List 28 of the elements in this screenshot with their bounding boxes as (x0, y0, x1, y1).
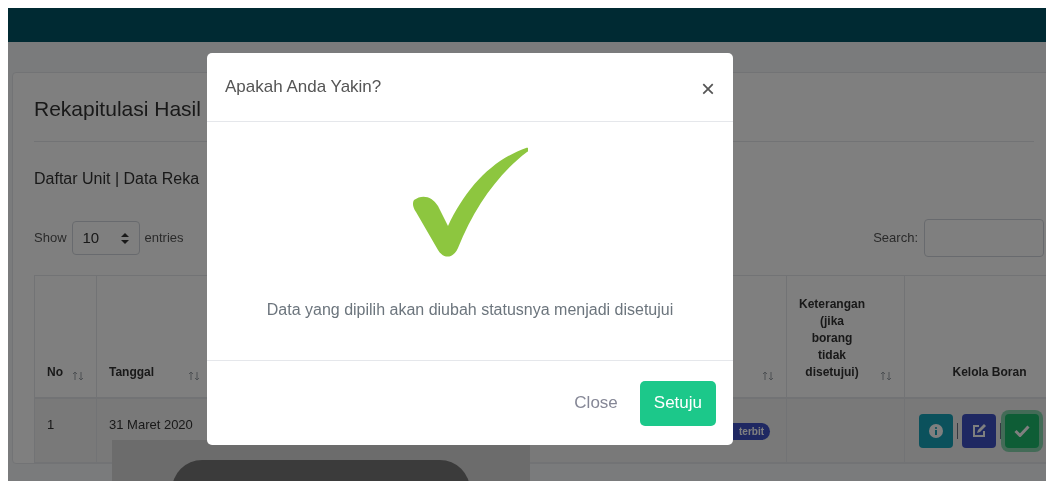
column-header: Tanggal (109, 364, 155, 381)
edit-icon (971, 422, 987, 439)
table-cell: 31 Maret 2020 (109, 417, 193, 432)
entries-select[interactable]: 10 (71, 221, 140, 255)
section-title: Daftar Unit | Data Reka (34, 169, 201, 189)
card-title: Rekapitulasi Hasil (34, 96, 202, 122)
check-icon (1014, 424, 1030, 437)
sort-icon[interactable] (762, 371, 774, 381)
sort-icon[interactable] (880, 371, 892, 381)
column-header: Kelola Boran (952, 364, 1027, 381)
column-header: Keterangan (jika borang tidak disetujui) (799, 296, 866, 381)
close-button[interactable]: × (701, 77, 715, 101)
entries-label: entries (144, 229, 184, 248)
checkmark-icon (412, 146, 528, 258)
column-header: No (47, 364, 63, 381)
info-icon (929, 423, 943, 438)
close-button[interactable]: Close (574, 380, 618, 426)
sort-icon[interactable] (72, 371, 84, 381)
approve-button[interactable] (1005, 413, 1039, 448)
info-button[interactable] (919, 413, 953, 448)
dialog-message: Data yang dipilih akan diubah statusnya menjadi disetujui (266, 300, 674, 320)
dialog-title: Apakah Anda Yakin? (225, 76, 382, 99)
sort-icon[interactable] (188, 371, 200, 381)
search-label: Search: (873, 229, 918, 248)
table-cell: 1 (47, 417, 55, 432)
edit-button[interactable] (962, 413, 996, 448)
show-label: Show (34, 229, 67, 248)
caret-icon (120, 232, 129, 244)
